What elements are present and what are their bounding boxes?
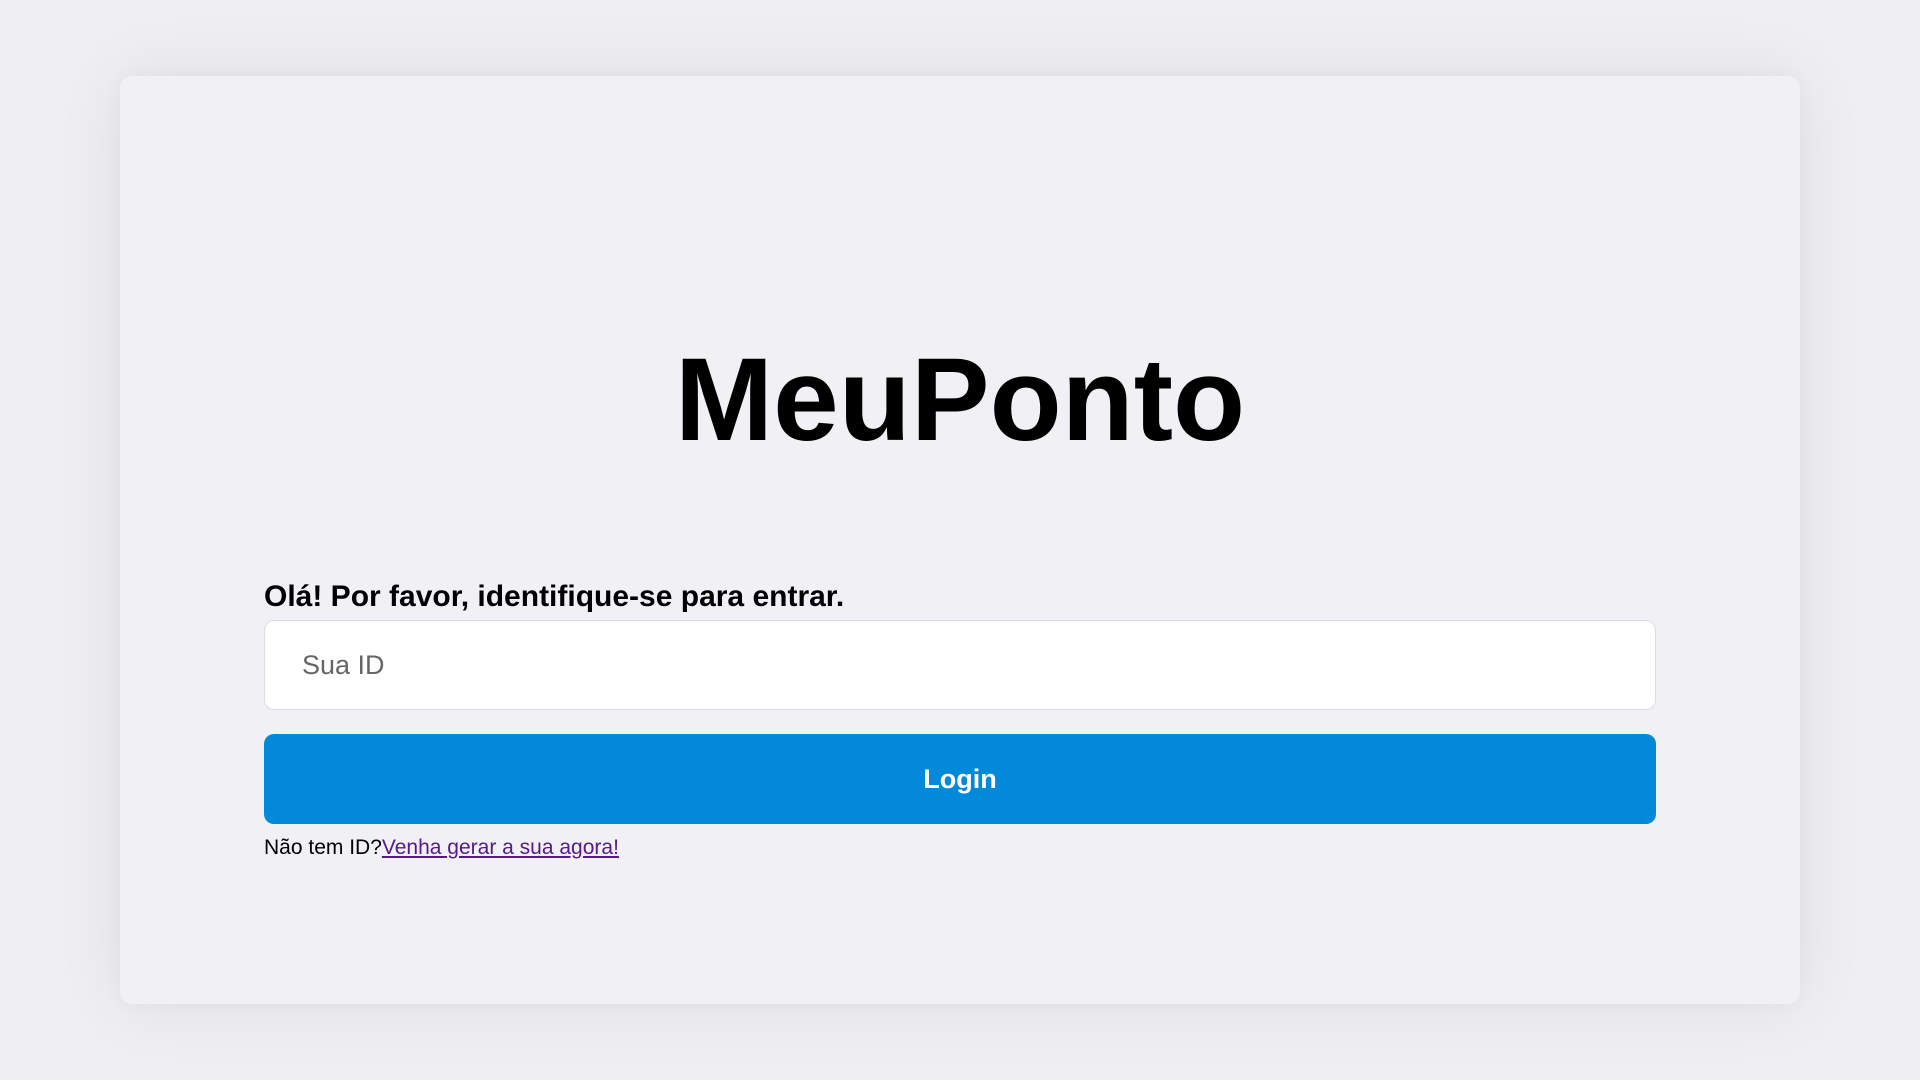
login-card: MeuPonto Olá! Por favor, identifique-se …: [120, 76, 1800, 1004]
id-input[interactable]: [264, 620, 1656, 710]
signup-row: Não tem ID?Venha gerar a sua agora!: [264, 836, 619, 860]
app-title: MeuPonto: [674, 334, 1246, 466]
signup-link[interactable]: Venha gerar a sua agora!: [382, 836, 619, 859]
no-id-text: Não tem ID?: [264, 836, 382, 859]
login-button[interactable]: Login: [264, 734, 1656, 824]
login-prompt: Olá! Por favor, identifique-se para entr…: [264, 580, 845, 613]
